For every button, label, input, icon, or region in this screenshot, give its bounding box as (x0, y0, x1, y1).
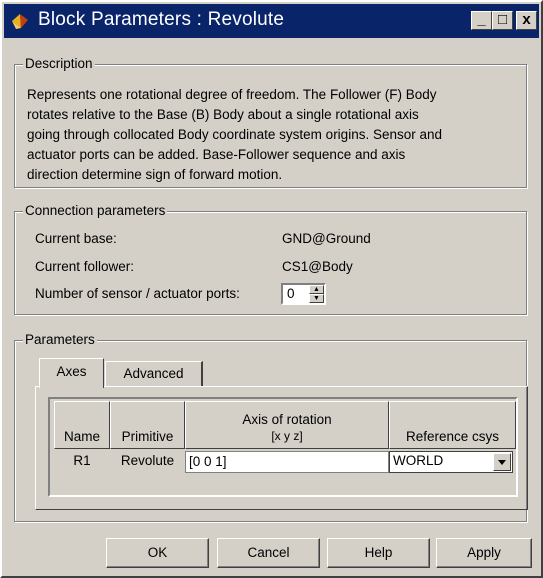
window-title: Block Parameters : Revolute (38, 9, 285, 30)
apply-button[interactable]: Apply (436, 538, 532, 568)
cell-primitive: Revolute (110, 451, 185, 473)
minimize-button[interactable]: _ (471, 11, 492, 30)
cell-name: R1 (54, 451, 110, 473)
spin-up-icon[interactable]: ▲ (309, 285, 324, 294)
current-follower-label: Current follower: (35, 259, 135, 274)
help-button[interactable]: Help (327, 538, 430, 568)
current-base-value: GND@Ground (282, 231, 371, 246)
description-line: direction determine sign of forward moti… (27, 167, 283, 182)
header-reference-csys: Reference csys (389, 401, 516, 449)
ports-value[interactable]: 0 (287, 286, 295, 301)
tab-advanced-label: Advanced (123, 366, 184, 381)
ok-button[interactable]: OK (106, 538, 209, 568)
ports-spinner[interactable]: 0 ▲ ▼ (281, 283, 326, 305)
chevron-down-icon[interactable] (493, 453, 511, 471)
axis-input[interactable]: [0 0 1] (185, 451, 389, 473)
tab-axes-label: Axes (56, 364, 87, 379)
header-primitive: Primitive (110, 401, 185, 449)
tab-axes[interactable]: Axes (39, 358, 104, 388)
title-bar[interactable]: Block Parameters : Revolute _ □ x (4, 4, 539, 38)
header-name: Name (54, 401, 110, 449)
maximize-button[interactable]: □ (492, 11, 513, 30)
description-text: Represents one rotational degree of free… (27, 85, 527, 185)
spin-down-icon[interactable]: ▼ (309, 294, 324, 303)
spinner-buttons: ▲ ▼ (309, 285, 324, 303)
description-line: rotates relative to the Base (B) Body ab… (27, 107, 419, 122)
parameters-legend: Parameters (23, 332, 97, 347)
description-line: Represents one rotational degree of free… (27, 87, 437, 102)
close-button[interactable]: x (516, 11, 537, 30)
block-icon (12, 14, 28, 29)
description-group: Description Represents one rotational de… (14, 56, 527, 188)
description-line: going through collocated Body coordinate… (27, 127, 442, 142)
current-base-label: Current base: (35, 231, 117, 246)
ports-label: Number of sensor / actuator ports: (35, 286, 240, 301)
description-line: actuator ports can be added. Base-Follow… (27, 147, 406, 162)
header-axis-of-rotation: Axis of rotation [x y z] (185, 401, 389, 449)
description-legend: Description (23, 56, 95, 71)
reference-csys-select[interactable]: WORLD (389, 451, 513, 473)
current-follower-value: CS1@Body (282, 259, 353, 274)
reference-csys-value: WORLD (393, 453, 444, 468)
reference-csys-dropdown[interactable]: WORLD (389, 451, 513, 473)
axes-table: Name Primitive Axis of rotation [x y z] … (48, 397, 518, 497)
cancel-button[interactable]: Cancel (217, 538, 320, 568)
block-parameters-dialog: Block Parameters : Revolute _ □ x Descri… (0, 0, 543, 578)
tab-advanced[interactable]: Advanced (105, 361, 203, 386)
connection-legend: Connection parameters (23, 203, 168, 218)
